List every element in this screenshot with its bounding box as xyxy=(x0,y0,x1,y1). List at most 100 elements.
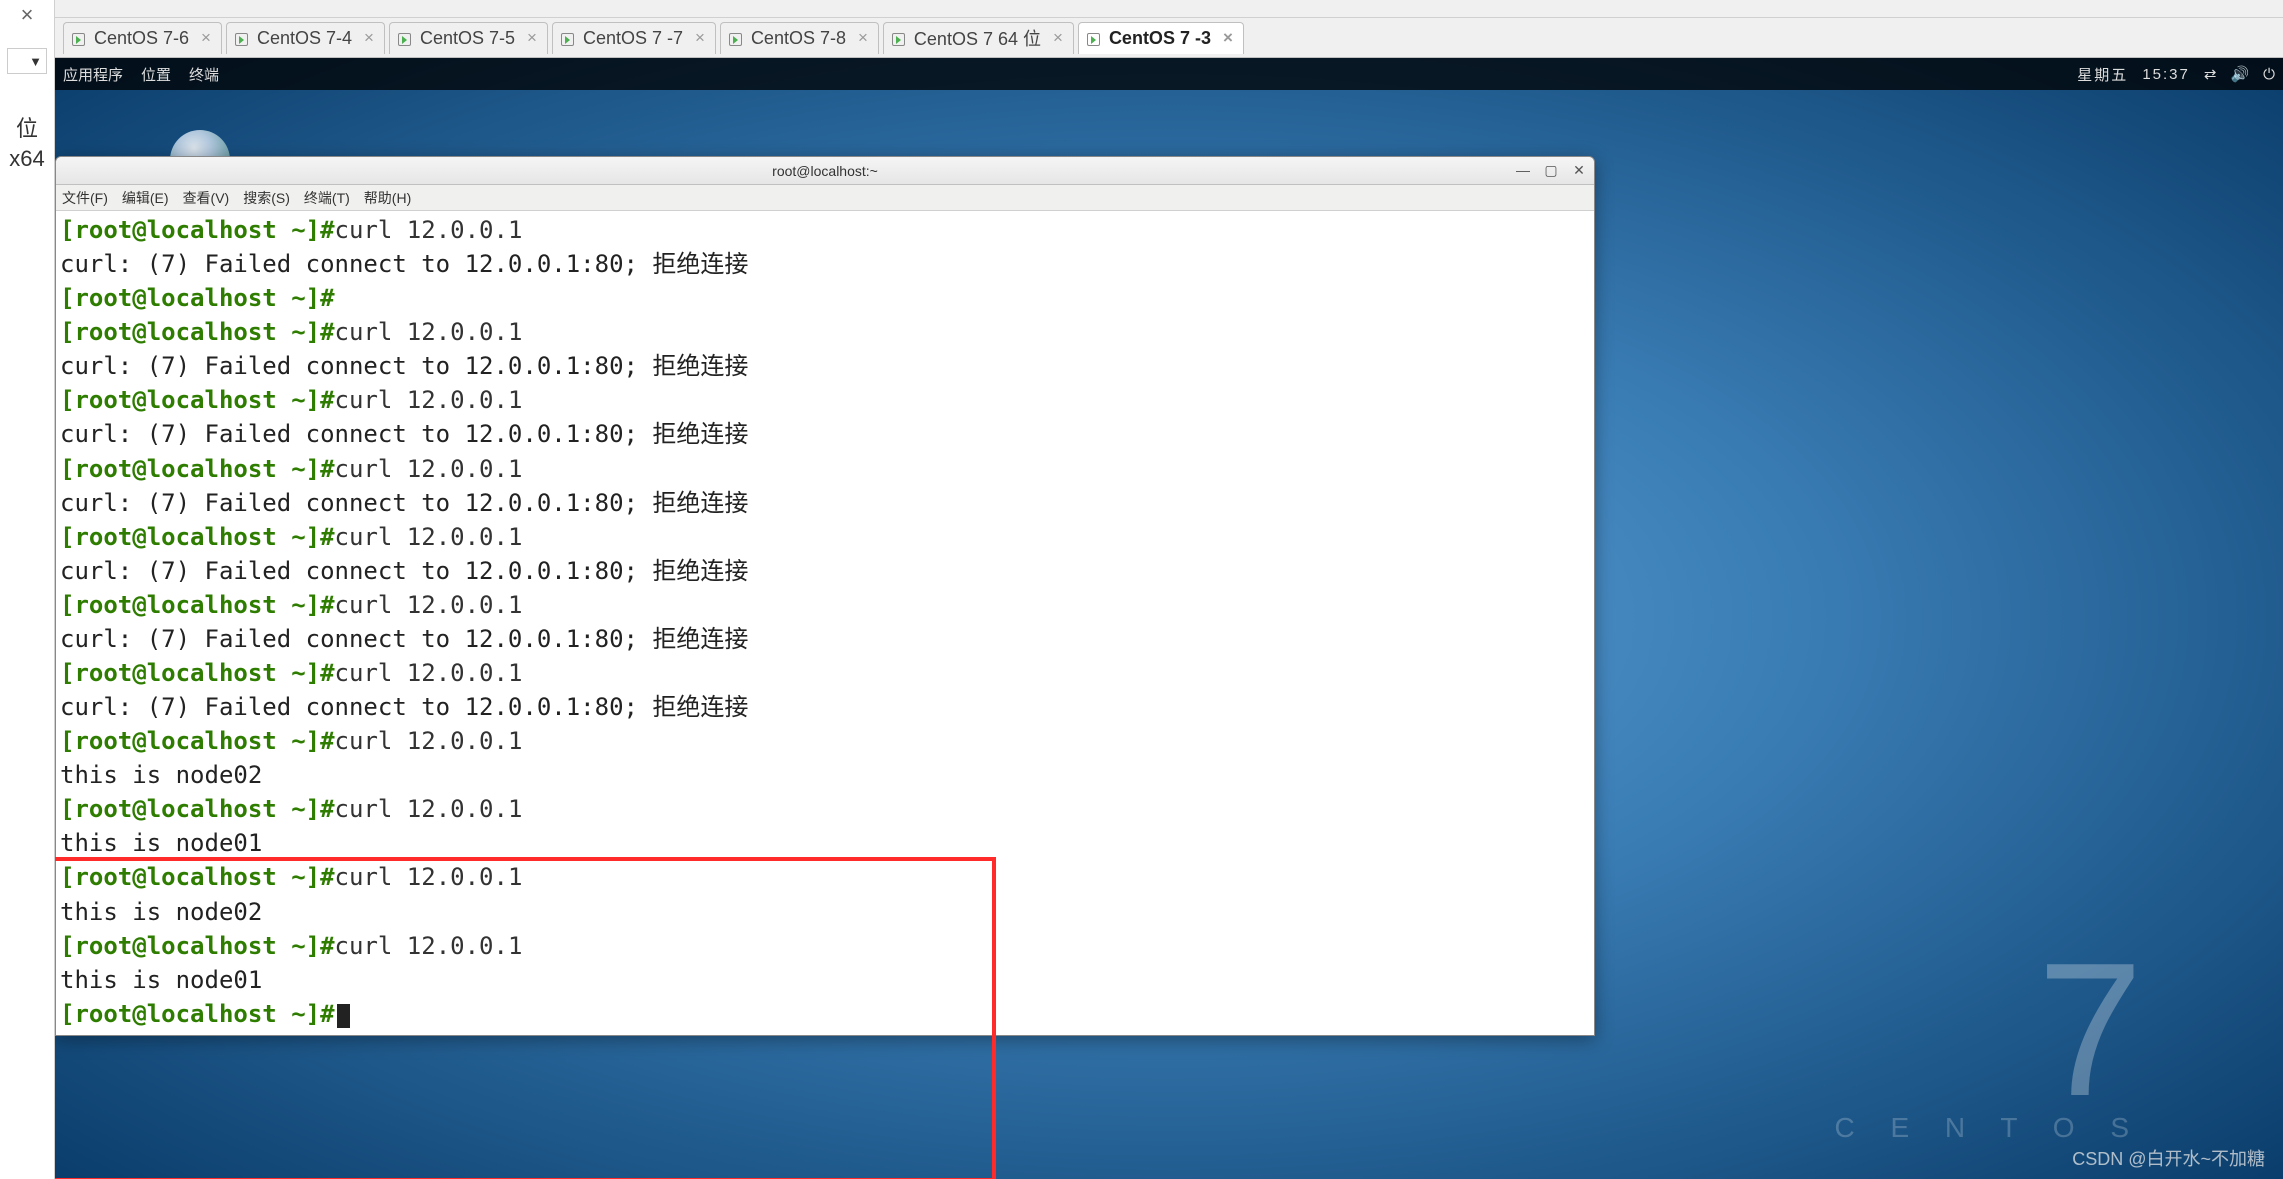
tab-label: CentOS 7-8 xyxy=(751,28,846,49)
tab-close-icon[interactable]: × xyxy=(527,28,537,48)
terminal-line: [root@localhost ~]# xyxy=(60,281,1590,315)
shell-prompt: [root@localhost ~]# xyxy=(60,318,335,346)
terminal-line: [root@localhost ~]#curl 12.0.0.1 xyxy=(60,315,1590,349)
vm-icon xyxy=(72,31,87,46)
shell-prompt: [root@localhost ~]# xyxy=(60,455,335,483)
tab-close-icon[interactable]: × xyxy=(1223,28,1233,48)
close-icon[interactable]: × xyxy=(21,2,34,28)
cursor-icon xyxy=(337,1004,350,1028)
gnome-terminal-menu[interactable]: 终端 xyxy=(189,64,219,85)
window-title: root@localhost:~ xyxy=(772,163,878,179)
gnome-day: 星期五 xyxy=(2077,64,2128,85)
vm-tab-1[interactable]: CentOS 7-4 × xyxy=(226,22,385,54)
centos-text-logo: C E N T O S xyxy=(1834,1112,2143,1144)
tab-close-icon[interactable]: × xyxy=(1053,28,1063,48)
vm-tab-6[interactable]: CentOS 7 -3 × xyxy=(1078,22,1244,54)
shell-prompt: [root@localhost ~]# xyxy=(60,863,335,891)
shell-prompt: [root@localhost ~]# xyxy=(60,386,335,414)
terminal-line: curl: (7) Failed connect to 12.0.0.1:80;… xyxy=(60,417,1590,451)
shell-prompt: [root@localhost ~]# xyxy=(60,523,335,551)
shell-prompt: [root@localhost ~]# xyxy=(60,216,335,244)
terminal-line: curl: (7) Failed connect to 12.0.0.1:80;… xyxy=(60,690,1590,724)
host-left-sidebar: × ▼ 位 x64 xyxy=(0,0,55,1179)
gnome-places[interactable]: 位置 xyxy=(141,64,171,85)
menu-item-1[interactable]: 编辑(E) xyxy=(122,188,169,208)
vm-tab-0[interactable]: CentOS 7-6 × xyxy=(63,22,222,54)
minimize-icon[interactable]: — xyxy=(1514,161,1532,179)
shell-command: curl 12.0.0.1 xyxy=(335,318,523,346)
shell-command: curl 12.0.0.1 xyxy=(335,216,523,244)
shell-command: curl 12.0.0.1 xyxy=(335,455,523,483)
gnome-topbar: 应用程序 位置 终端 星期五 15:37 ⇄ 🔊 ⏻ xyxy=(55,58,2283,90)
shell-command: curl 12.0.0.1 xyxy=(335,591,523,619)
tab-close-icon[interactable]: × xyxy=(695,28,705,48)
vm-tab-3[interactable]: CentOS 7 -7 × xyxy=(552,22,716,54)
menu-item-5[interactable]: 帮助(H) xyxy=(364,188,411,208)
shell-command: curl 12.0.0.1 xyxy=(335,932,523,960)
shell-prompt: [root@localhost ~]# xyxy=(60,1000,335,1028)
close-window-icon[interactable]: ✕ xyxy=(1570,161,1588,179)
vm-icon xyxy=(729,31,744,46)
vm-tab-2[interactable]: CentOS 7-5 × xyxy=(389,22,548,54)
tab-label: CentOS 7 -7 xyxy=(583,28,683,49)
shell-command: curl 12.0.0.1 xyxy=(335,523,523,551)
terminal-body[interactable]: [root@localhost ~]#curl 12.0.0.1curl: (7… xyxy=(56,211,1594,1035)
maximize-icon[interactable]: ▢ xyxy=(1542,161,1560,179)
terminal-line: [root@localhost ~]#curl 12.0.0.1 xyxy=(60,520,1590,554)
shell-prompt: [root@localhost ~]# xyxy=(60,659,335,687)
terminal-line: this is node01 xyxy=(60,826,1590,860)
network-icon[interactable]: ⇄ xyxy=(2204,65,2217,83)
gnome-time: 15:37 xyxy=(2142,66,2190,83)
terminal-line: [root@localhost ~]#curl 12.0.0.1 xyxy=(60,213,1590,247)
shell-prompt: [root@localhost ~]# xyxy=(60,284,335,312)
vm-icon xyxy=(1087,31,1102,46)
terminal-line: [root@localhost ~]#curl 12.0.0.1 xyxy=(60,656,1590,690)
sidebar-label: 位 x64 xyxy=(9,114,44,173)
main-area: CentOS 7-6×CentOS 7-4×CentOS 7-5×CentOS … xyxy=(55,0,2283,1179)
gnome-applications[interactable]: 应用程序 xyxy=(63,64,123,85)
tab-label: CentOS 7-4 xyxy=(257,28,352,49)
terminal-line: [root@localhost ~]#curl 12.0.0.1 xyxy=(60,724,1590,758)
terminal-line: curl: (7) Failed connect to 12.0.0.1:80;… xyxy=(60,247,1590,281)
shell-prompt: [root@localhost ~]# xyxy=(60,795,335,823)
menu-item-3[interactable]: 搜索(S) xyxy=(243,188,290,208)
power-icon[interactable]: ⏻ xyxy=(2263,66,2275,83)
tab-label: CentOS 7 -3 xyxy=(1109,28,1211,49)
vm-tabs-bar: CentOS 7-6×CentOS 7-4×CentOS 7-5×CentOS … xyxy=(55,18,2283,58)
tab-close-icon[interactable]: × xyxy=(858,28,868,48)
tab-label: CentOS 7-5 xyxy=(420,28,515,49)
shell-command: curl 12.0.0.1 xyxy=(335,863,523,891)
terminal-line: curl: (7) Failed connect to 12.0.0.1:80;… xyxy=(60,486,1590,520)
shell-command: curl 12.0.0.1 xyxy=(335,727,523,755)
tab-close-icon[interactable]: × xyxy=(364,28,374,48)
vm-icon xyxy=(561,31,576,46)
watermark: CSDN @白开水~不加糖 xyxy=(2072,1145,2265,1171)
vm-viewport: 应用程序 位置 终端 星期五 15:37 ⇄ 🔊 ⏻ root@localhos… xyxy=(55,58,2283,1179)
shell-command: curl 12.0.0.1 xyxy=(335,795,523,823)
terminal-line: [root@localhost ~]#curl 12.0.0.1 xyxy=(60,860,1590,894)
terminal-window: root@localhost:~ — ▢ ✕ 文件(F) 编辑(E) 查看(V) 搜索… xyxy=(55,156,1595,1036)
terminal-line: curl: (7) Failed connect to 12.0.0.1:80;… xyxy=(60,554,1590,588)
menu-item-4[interactable]: 终端(T) xyxy=(304,188,350,208)
tab-label: CentOS 7-6 xyxy=(94,28,189,49)
terminal-line: this is node01 xyxy=(60,963,1590,997)
dropdown-selector[interactable]: ▼ xyxy=(7,48,47,74)
terminal-line: [root@localhost ~]#curl 12.0.0.1 xyxy=(60,452,1590,486)
terminal-titlebar[interactable]: root@localhost:~ — ▢ ✕ xyxy=(56,157,1594,185)
vm-icon xyxy=(398,31,413,46)
terminal-line: this is node02 xyxy=(60,758,1590,792)
shell-prompt: [root@localhost ~]# xyxy=(60,932,335,960)
vm-tab-4[interactable]: CentOS 7-8 × xyxy=(720,22,879,54)
menu-item-2[interactable]: 查看(V) xyxy=(183,188,230,208)
terminal-line: curl: (7) Failed connect to 12.0.0.1:80;… xyxy=(60,622,1590,656)
shell-command: curl 12.0.0.1 xyxy=(335,659,523,687)
vm-tab-5[interactable]: CentOS 7 64 位× xyxy=(883,22,1074,54)
tab-close-icon[interactable]: × xyxy=(201,28,211,48)
terminal-line: [root@localhost ~]#curl 12.0.0.1 xyxy=(60,383,1590,417)
terminal-line: [root@localhost ~]#curl 12.0.0.1 xyxy=(60,929,1590,963)
shell-command: curl 12.0.0.1 xyxy=(335,386,523,414)
terminal-line: [root@localhost ~]#curl 12.0.0.1 xyxy=(60,588,1590,622)
terminal-menubar: 文件(F) 编辑(E) 查看(V) 搜索(S) 终端(T) 帮助(H) xyxy=(56,185,1594,211)
volume-icon[interactable]: 🔊 xyxy=(2230,65,2249,83)
menu-item-0[interactable]: 文件(F) xyxy=(62,188,108,208)
